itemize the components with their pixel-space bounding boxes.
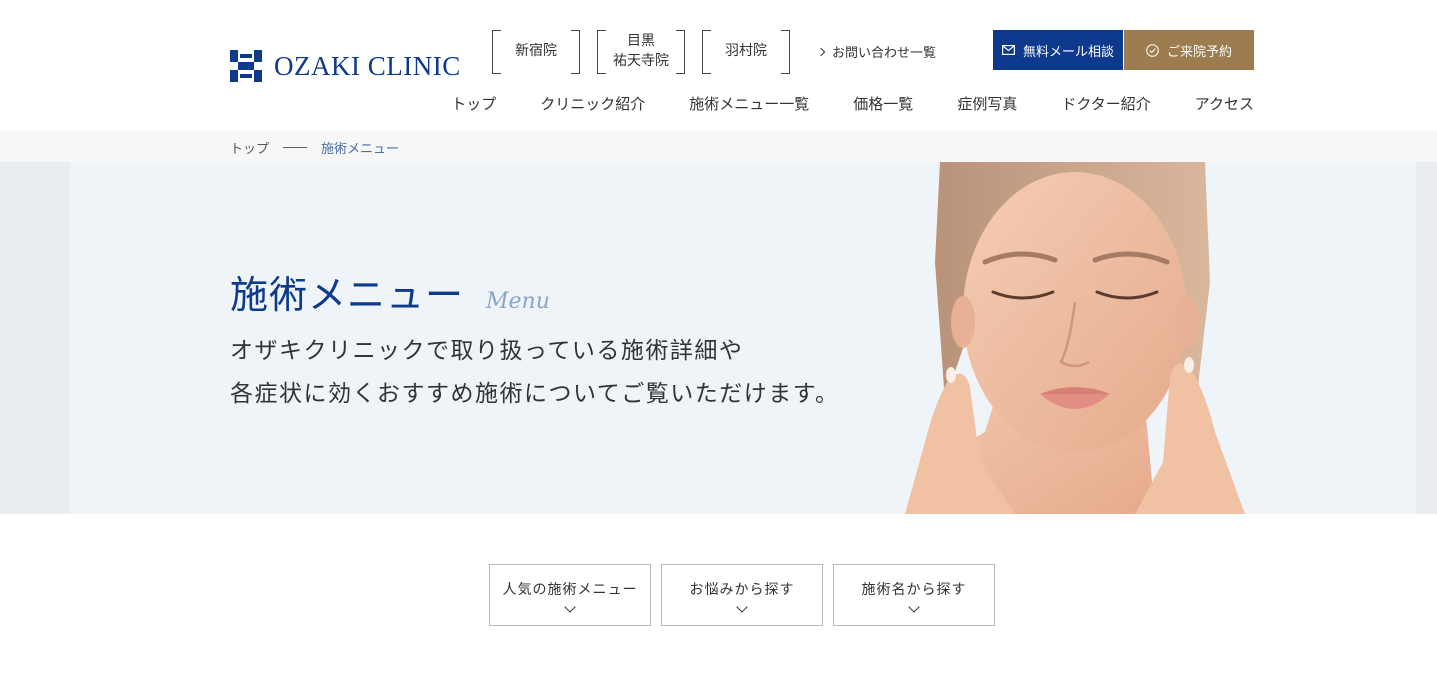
visit-reservation-button[interactable]: ご来院予約 (1124, 30, 1254, 70)
nav-item-clinic-intro[interactable]: クリニック紹介 (540, 93, 645, 114)
free-mail-consult-button[interactable]: 無料メール相談 (993, 30, 1123, 70)
hero-banner: 施術メニュー Menu オザキクリニックで取り扱っている施術詳細や 各症状に効く… (0, 162, 1437, 514)
clinic-button-hamura[interactable]: 羽村院 (702, 30, 790, 74)
clinic-button-label: 羽村院 (725, 43, 767, 59)
nav-item-case-photos[interactable]: 症例写真 (957, 93, 1017, 114)
hero-title-jp: 施術メニュー (230, 273, 465, 317)
global-nav: トップ クリニック紹介 施術メニュー一覧 価格一覧 症例写真 ドクター紹介 アク… (451, 93, 1254, 114)
clinic-logo[interactable]: OZAKI CLINIC (230, 50, 461, 82)
nav-item-treatment-menu[interactable]: 施術メニュー一覧 (689, 93, 809, 114)
chevron-down-icon (908, 601, 920, 613)
woman-face-image (905, 162, 1245, 514)
chevron-down-icon (736, 601, 748, 613)
free-mail-consult-label: 無料メール相談 (1022, 44, 1114, 60)
visit-reservation-label: ご来院予約 (1166, 44, 1232, 60)
inquiry-list-link[interactable]: お問い合わせ一覧 (816, 42, 937, 61)
clinic-button-meguro-yutenji[interactable]: 目黒 祐天寺院 (597, 30, 685, 74)
logo-mark-icon (230, 50, 262, 82)
tab-label: 施術名から探す (861, 582, 967, 598)
breadcrumb-home-link[interactable]: トップ (230, 138, 269, 157)
hero-title: 施術メニュー Menu (230, 264, 550, 319)
tab-popular-treatments[interactable]: 人気の施術メニュー (489, 564, 651, 626)
clinic-button-label: 目黒 祐天寺院 (613, 33, 669, 69)
nav-item-doctor-intro[interactable]: ドクター紹介 (1061, 93, 1150, 114)
breadcrumb-separator (283, 147, 308, 148)
hero-lead-line-2: 各症状に効くおすすめ施術についてご覧いただけます。 (230, 381, 840, 407)
chevron-down-icon (564, 601, 576, 613)
logo-text: OZAKI CLINIC (274, 51, 461, 81)
nav-item-top[interactable]: トップ (451, 93, 496, 114)
tab-search-by-concern[interactable]: お悩みから探す (661, 564, 823, 626)
inquiry-list-label: お問い合わせ一覧 (832, 46, 937, 61)
hero-lead-line-1: オザキクリニックで取り扱っている施術詳細や (230, 338, 744, 364)
clinic-button-shinjuku[interactable]: 新宿院 (492, 30, 580, 74)
nav-item-access[interactable]: アクセス (1195, 93, 1254, 114)
clinic-button-label: 新宿院 (515, 43, 557, 59)
tab-label: 人気の施術メニュー (502, 582, 638, 598)
breadcrumb: トップ 施術メニュー (230, 138, 399, 157)
hero-title-en: Menu (486, 289, 550, 314)
breadcrumb-current: 施術メニュー (321, 142, 400, 157)
tab-label: お悩みから探す (689, 582, 795, 598)
check-circle-icon (1146, 43, 1159, 57)
nav-item-price-list[interactable]: 価格一覧 (853, 93, 913, 114)
tab-search-by-treatment-name[interactable]: 施術名から探す (833, 564, 995, 626)
chevron-right-icon (816, 47, 826, 56)
breadcrumb-bar: トップ 施術メニュー (0, 130, 1437, 162)
hero-lead: オザキクリニックで取り扱っている施術詳細や 各症状に効くおすすめ施術についてご覧… (230, 330, 840, 416)
mail-icon (1001, 45, 1015, 55)
